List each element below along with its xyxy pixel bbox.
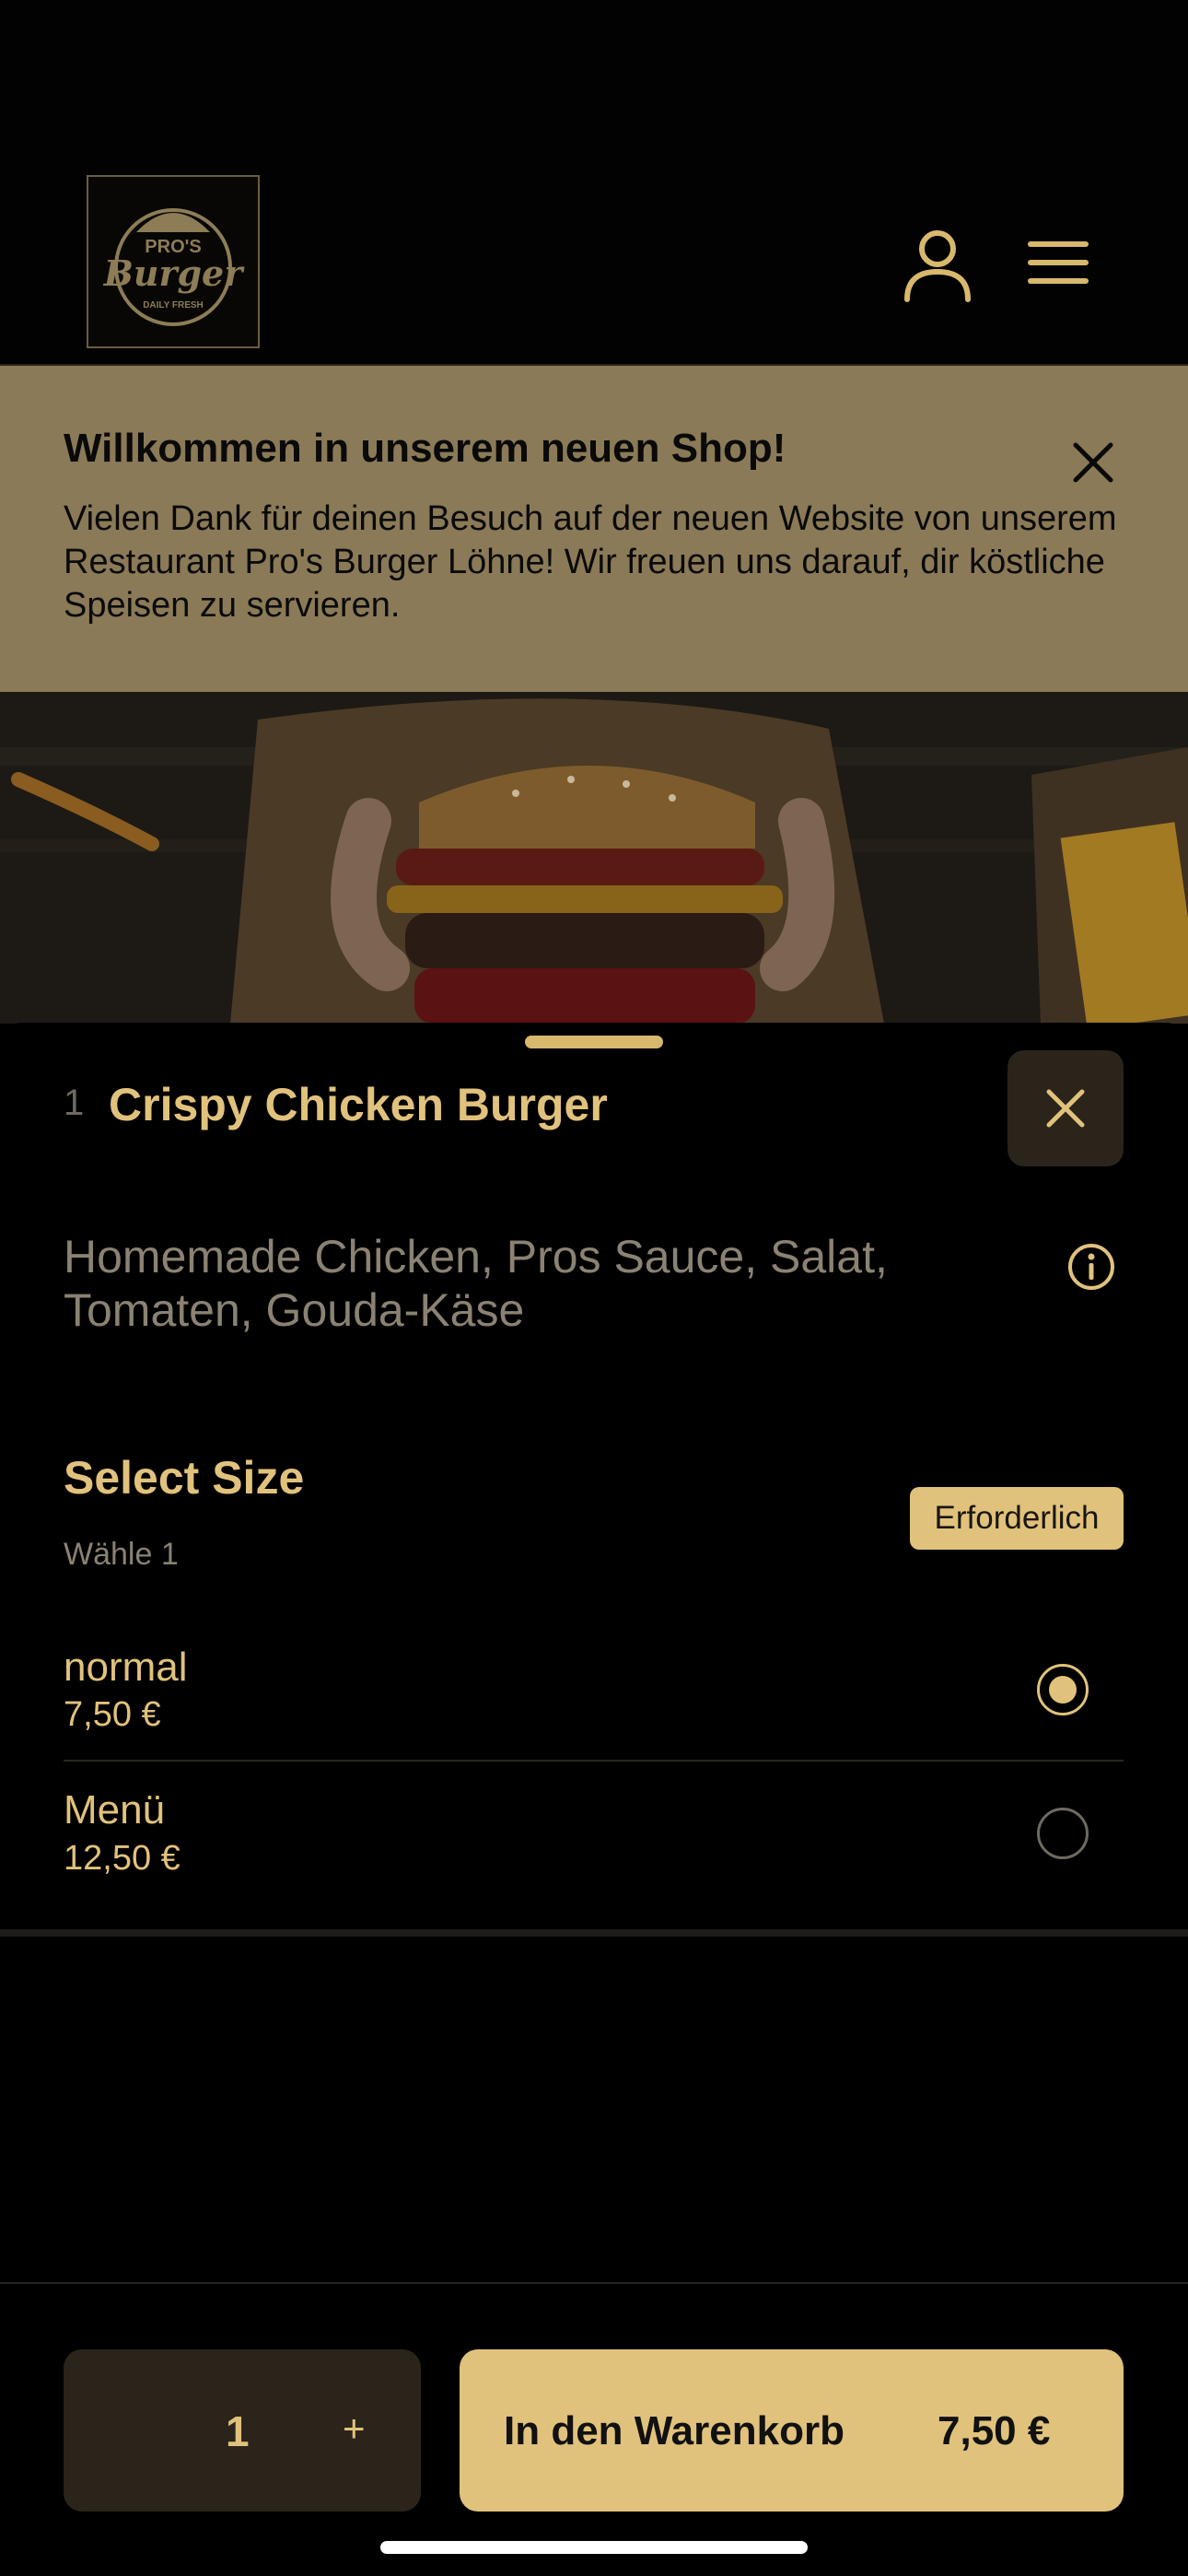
quantity-increase-button[interactable]: + xyxy=(343,2406,366,2451)
pros-burger-logo[interactable]: PRO'S Burger DAILY FRESH xyxy=(87,175,260,348)
sheet-drag-handle[interactable] xyxy=(525,1036,663,1048)
size-option-normal-price: 7,50 € xyxy=(64,1695,161,1734)
size-option-menu-label[interactable]: Menü xyxy=(64,1787,165,1833)
home-indicator[interactable] xyxy=(380,2541,808,2554)
hamburger-menu-icon[interactable] xyxy=(1027,235,1101,290)
section-divider xyxy=(0,1929,1188,1937)
item-quantity: 1 xyxy=(64,1083,85,1123)
product-description: Homemade Chicken, Pros Sauce, Salat, Tom… xyxy=(64,1231,888,1336)
required-badge: Erforderlich xyxy=(910,1487,1124,1550)
size-option-normal-radio[interactable] xyxy=(1037,1664,1089,1715)
size-option-menu-radio[interactable] xyxy=(1037,1808,1089,1859)
size-group-subtitle: Wähle 1 xyxy=(64,1537,179,1572)
product-title: Crispy Chicken Burger xyxy=(109,1079,608,1130)
info-icon[interactable] xyxy=(1066,1242,1116,1292)
size-option-normal-label[interactable]: normal xyxy=(64,1645,188,1691)
account-icon[interactable] xyxy=(898,226,977,305)
quantity-value: 1 xyxy=(226,2407,250,2455)
option-divider xyxy=(64,1760,1124,1762)
sheet-close-button[interactable] xyxy=(1007,1050,1124,1166)
logo-text-main: Burger xyxy=(103,252,246,294)
add-to-cart-label[interactable]: In den Warenkorb xyxy=(504,2408,844,2454)
banner-title: Willkommen in unserem neuen Shop! xyxy=(64,426,786,471)
size-option-menu-price: 12,50 € xyxy=(64,1839,181,1878)
close-icon xyxy=(1046,1089,1085,1128)
burger-hero-image xyxy=(0,692,1188,1024)
add-to-cart-price[interactable]: 7,50 € xyxy=(938,2408,1050,2454)
size-group-title: Select Size xyxy=(64,1452,305,1504)
banner-text: Vielen Dank für deinen Besuch auf der ne… xyxy=(64,499,1117,625)
banner-close-icon[interactable] xyxy=(1068,438,1118,487)
footer-divider xyxy=(0,2282,1188,2284)
logo-text-bottom: DAILY FRESH xyxy=(143,300,204,310)
